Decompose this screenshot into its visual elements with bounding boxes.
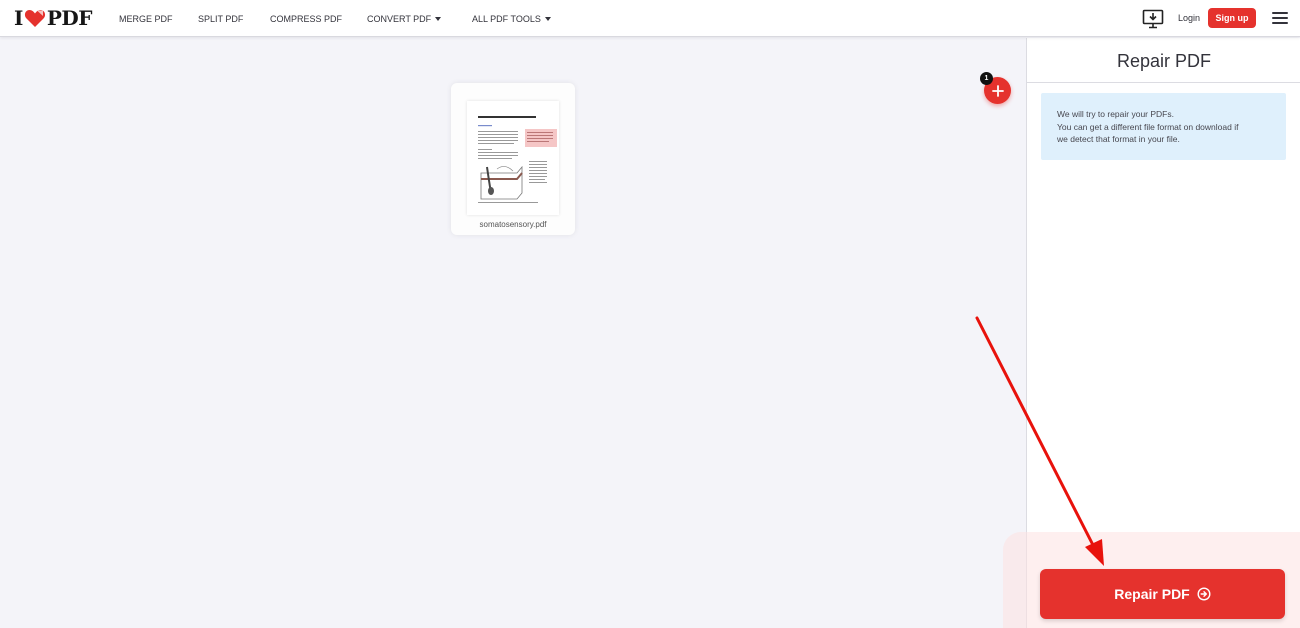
nav-convert-pdf[interactable]: CONVERT PDF: [367, 14, 442, 24]
info-line: We will try to repair your PDFs.: [1057, 109, 1174, 119]
nav-label: ALL PDF TOOLS: [472, 14, 541, 24]
caret-down-icon: [435, 17, 442, 21]
logo-text-pdf: PDF: [46, 6, 93, 30]
repair-pdf-button[interactable]: Repair PDF: [1040, 569, 1285, 619]
nav-label: CONVERT PDF: [367, 14, 432, 24]
nav-merge-pdf[interactable]: MERGE PDF: [119, 14, 173, 24]
sidebar-title: Repair PDF: [1116, 51, 1212, 71]
arrow-right-circle-icon: [1197, 587, 1211, 601]
caret-down-icon: [544, 17, 551, 21]
heart-logo-icon: [24, 10, 45, 27]
nav-all-pdf-tools[interactable]: ALL PDF TOOLS: [472, 14, 551, 24]
logo-text-i: I: [14, 6, 23, 30]
file-workspace: somatosensory.pdf 1: [0, 38, 1026, 628]
info-line: we detect that format in your file.: [1057, 134, 1180, 144]
nav-label: COMPRESS PDF: [270, 14, 343, 24]
signup-button[interactable]: Sign up: [1208, 8, 1256, 28]
login-link[interactable]: Login: [1178, 13, 1200, 23]
sidebar-divider: [1027, 82, 1300, 83]
file-thumbnail: [467, 101, 559, 215]
info-line: You can get a different file format on d…: [1057, 121, 1239, 132]
top-navbar: I PDF MERGE PDF SPLIT PDF COMPRESS PDF C…: [0, 0, 1300, 37]
file-count-badge: 1: [980, 72, 993, 85]
ilovepdf-logo[interactable]: I PDF: [14, 6, 93, 30]
nav-label: MERGE PDF: [119, 14, 173, 24]
plus-icon: [991, 84, 1004, 97]
hamburger-menu-icon[interactable]: [1272, 12, 1288, 25]
repair-pdf-button-label: Repair PDF: [1114, 586, 1190, 602]
info-box: We will try to repair your PDFs. You can…: [1041, 93, 1286, 160]
pdf-page-preview: [467, 101, 559, 215]
file-card[interactable]: somatosensory.pdf: [451, 83, 575, 235]
nav-compress-pdf[interactable]: COMPRESS PDF: [270, 14, 342, 24]
nav-label: SPLIT PDF: [198, 14, 244, 24]
download-desktop-icon[interactable]: [1142, 9, 1164, 29]
nav-split-pdf[interactable]: SPLIT PDF: [198, 14, 243, 24]
file-name: somatosensory.pdf: [479, 220, 547, 229]
